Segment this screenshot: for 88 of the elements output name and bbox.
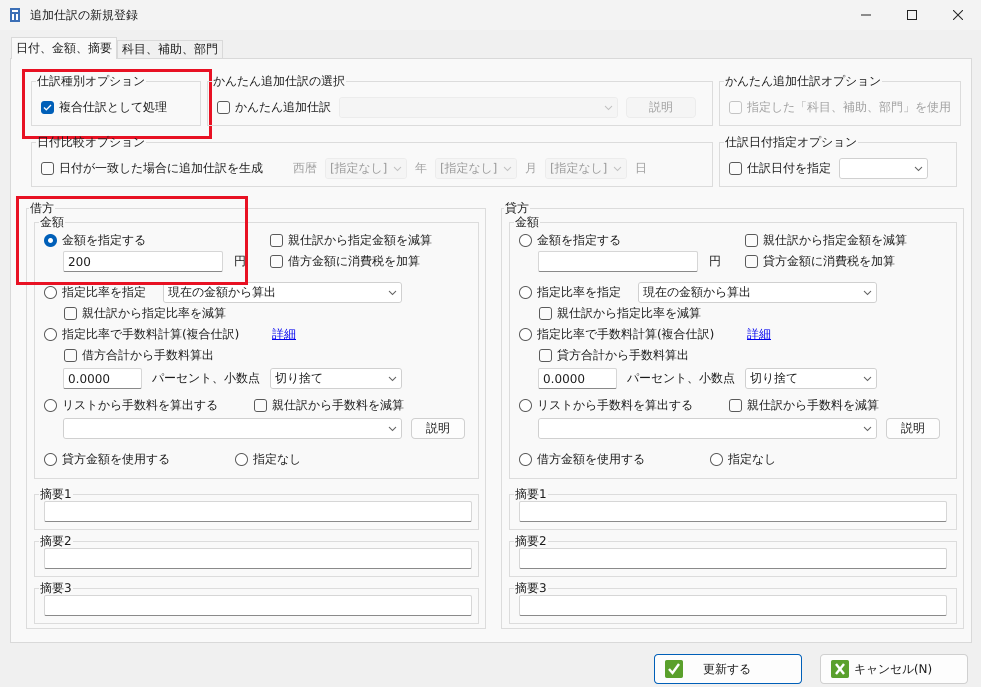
unit-label: 年 xyxy=(415,160,427,177)
unit-label: 円 xyxy=(234,253,246,270)
details-link[interactable]: 詳細 xyxy=(747,326,771,343)
checkbox[interactable]: 借方金額に消費税を加算 xyxy=(270,253,420,270)
radio-button[interactable]: リストから手数料を算出する xyxy=(519,397,693,414)
chevron-icon xyxy=(863,376,872,382)
tab[interactable]: 日付、金額、摘要 xyxy=(11,37,117,59)
group-title: 摘要3 xyxy=(39,581,73,595)
amount-field[interactable] xyxy=(538,251,698,272)
chevron-icon xyxy=(388,290,397,296)
group-title: 借方 xyxy=(29,201,55,215)
radio-button[interactable]: 借方金額を使用する xyxy=(519,451,645,468)
checkbox[interactable]: 親仕訳から手数料を減算 xyxy=(254,397,404,414)
window-title: 追加仕訳の新規登録 xyxy=(30,6,139,24)
update-button[interactable]: 更新する xyxy=(654,654,802,684)
checkbox[interactable]: 親仕訳から指定比率を減算 xyxy=(64,305,226,322)
explain-button[interactable]: 説明 xyxy=(886,418,940,439)
close-icon xyxy=(953,10,963,20)
checkmark-icon xyxy=(43,104,52,111)
chevron-icon xyxy=(393,166,402,172)
group-title: 仕訳種別オプション xyxy=(36,74,146,88)
checkbox[interactable]: 親仕訳から手数料を減算 xyxy=(729,397,879,414)
checkbox[interactable]: 親仕訳から指定金額を減算 xyxy=(745,232,907,249)
app-icon xyxy=(8,7,22,23)
group-title: 摘要1 xyxy=(39,487,73,501)
group-title: かんたん追加仕訳オプション xyxy=(724,74,882,88)
checkbox[interactable]: 貸方金額に消費税を加算 xyxy=(745,253,895,270)
group-title: 仕訳日付指定オプション xyxy=(724,135,858,149)
x-mark-icon xyxy=(831,659,849,679)
checkmark-icon xyxy=(665,659,683,679)
group-title: 金額 xyxy=(39,215,65,229)
chevron-icon xyxy=(503,166,512,172)
field-label: 西暦 xyxy=(293,160,317,177)
chevron-icon xyxy=(388,376,397,382)
summary-field[interactable] xyxy=(519,548,947,569)
summary-field[interactable] xyxy=(44,501,472,522)
dropdown[interactable]: 現在の金額から算出 xyxy=(163,282,402,303)
checkbox[interactable]: 親仕訳から指定比率を減算 xyxy=(539,305,701,322)
field-label: パーセント、小数点 xyxy=(627,370,736,387)
checkbox[interactable]: かんたん追加仕訳 xyxy=(217,99,331,116)
tab[interactable]: 科目、補助、部門 xyxy=(117,40,223,58)
group-title: 摘要2 xyxy=(514,534,548,548)
summary-field[interactable] xyxy=(44,548,472,569)
radio-button[interactable]: 貸方金額を使用する xyxy=(44,451,170,468)
group-title: 金額 xyxy=(514,215,540,229)
summary-field[interactable] xyxy=(519,595,947,616)
radio-button[interactable]: 金額を指定する xyxy=(44,232,146,249)
unit-label: 月 xyxy=(525,160,537,177)
percent-field[interactable]: 0.0000 xyxy=(63,368,142,389)
group-title: かんたん追加仕訳の選択 xyxy=(212,74,346,88)
radio-button[interactable]: 指定比率で手数料計算(複合仕訳) xyxy=(519,326,714,343)
dropdown[interactable]: 切り捨て xyxy=(745,368,877,389)
group-title: 貸方 xyxy=(504,201,530,215)
group-title: 摘要2 xyxy=(39,534,73,548)
radio-button[interactable]: 指定なし xyxy=(710,451,776,468)
radio-button[interactable]: 指定なし xyxy=(235,451,301,468)
summary-field[interactable] xyxy=(44,595,472,616)
maximize-icon xyxy=(907,10,917,20)
group-title: 摘要3 xyxy=(514,581,548,595)
group-title: 日付比較オプション xyxy=(36,135,146,149)
chevron-icon xyxy=(388,426,397,432)
radio-button[interactable]: 指定比率で手数料計算(複合仕訳) xyxy=(44,326,240,343)
amount-field[interactable]: 200 xyxy=(63,251,223,272)
chevron-icon xyxy=(914,166,923,172)
explain-button[interactable]: 説明 xyxy=(411,418,465,439)
chevron-icon xyxy=(613,166,622,172)
checkbox[interactable]: 借方合計から手数料算出 xyxy=(64,347,214,364)
dropdown[interactable]: 切り捨て xyxy=(270,368,402,389)
percent-field[interactable]: 0.0000 xyxy=(538,368,617,389)
radio-button[interactable]: 指定比率を指定 xyxy=(519,284,621,301)
radio-button[interactable]: 金額を指定する xyxy=(519,232,621,249)
checkbox[interactable]: 親仕訳から指定金額を減算 xyxy=(270,232,432,249)
group-title: 摘要1 xyxy=(514,487,548,501)
chevron-icon xyxy=(863,426,872,432)
unit-label: 円 xyxy=(709,253,721,270)
checkbox[interactable]: 貸方合計から手数料算出 xyxy=(539,347,689,364)
chevron-icon xyxy=(863,290,872,296)
checkbox[interactable]: 仕訳日付を指定 xyxy=(729,160,831,177)
field-label: パーセント、小数点 xyxy=(152,370,261,387)
chevron-icon xyxy=(604,104,613,110)
radio-button[interactable]: リストから手数料を算出する xyxy=(44,397,218,414)
summary-field[interactable] xyxy=(519,501,947,522)
details-link[interactable]: 詳細 xyxy=(272,326,296,343)
unit-label: 日 xyxy=(635,160,647,177)
dropdown[interactable]: 現在の金額から算出 xyxy=(638,282,877,303)
cancel-button[interactable]: キャンセル(N) xyxy=(820,654,968,684)
checkbox[interactable]: 複合仕訳として処理 xyxy=(41,99,167,116)
radio-button[interactable]: 指定比率を指定 xyxy=(44,284,146,301)
